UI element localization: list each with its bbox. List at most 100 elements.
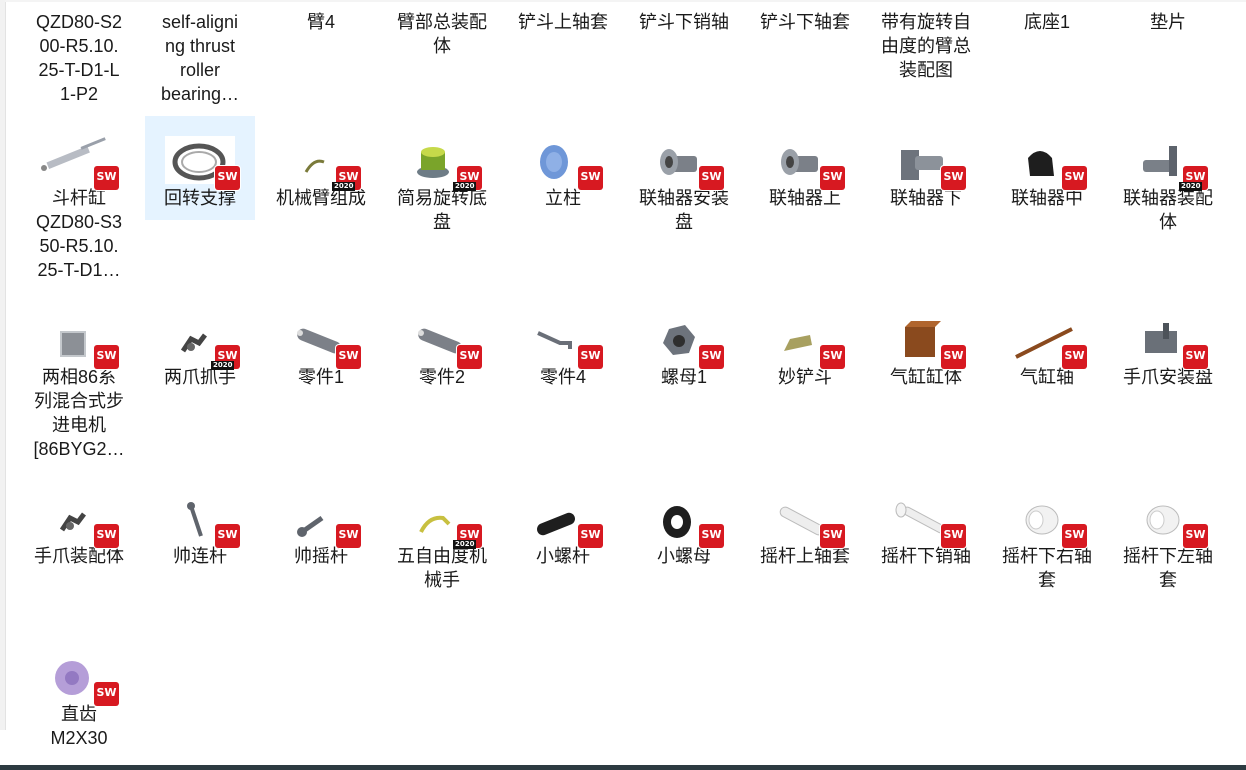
version-badge: 2020 <box>1179 182 1203 191</box>
file-item[interactable]: SW 联轴器下 <box>871 116 981 210</box>
file-name-label: 铲斗下销轴 <box>639 12 729 32</box>
file-thumbnail: SW <box>1113 474 1223 548</box>
file-item[interactable]: SW 联轴器安装盘 <box>629 116 739 234</box>
file-thumbnail: SW <box>24 116 134 190</box>
file-item[interactable]: SW 摇杆下右轴套 <box>992 474 1102 592</box>
file-name-label: 铲斗上轴套 <box>518 12 608 32</box>
solidworks-icon: SW <box>941 166 966 190</box>
file-item[interactable]: SW 回转支撑 <box>145 116 255 220</box>
file-name-label: 两相86系 列混合式步 进电机 [86BYG2… <box>33 367 125 459</box>
file-item[interactable]: SW 螺母1 <box>629 295 739 389</box>
file-thumbnail: SW <box>750 116 860 190</box>
file-name-label: self-aligni ng thrust roller bearing… <box>160 12 240 104</box>
file-item[interactable]: 铲斗上轴套 <box>508 10 618 34</box>
solidworks-icon: SW <box>699 166 724 190</box>
file-item[interactable]: 底座1 <box>992 10 1102 34</box>
solidworks-icon: SW <box>336 345 361 369</box>
solidworks-icon: SW <box>336 524 361 548</box>
window-left-edge <box>0 0 6 730</box>
file-item[interactable]: SW 2020 五自由度机 械手 <box>387 474 497 592</box>
file-item[interactable]: 臂4 <box>266 10 376 34</box>
file-item[interactable]: SW 小螺杆 <box>508 474 618 568</box>
solidworks-icon: SW <box>578 524 603 548</box>
file-item[interactable]: SW 手爪装配体 <box>24 474 134 568</box>
file-item[interactable]: SW 联轴器中 <box>992 116 1102 210</box>
file-item[interactable]: SW 零件2 <box>387 295 497 389</box>
file-item[interactable]: 垫片 <box>1113 10 1223 34</box>
file-item[interactable]: SW 帅连杆 <box>145 474 255 568</box>
solidworks-icon: SW <box>820 166 845 190</box>
solidworks-icon: SW <box>820 524 845 548</box>
file-item[interactable]: 臂部总装配体 <box>387 10 497 58</box>
file-item[interactable]: self-aligni ng thrust roller bearing… <box>145 10 255 106</box>
solidworks-icon: SW <box>457 345 482 369</box>
file-item[interactable]: SW 零件4 <box>508 295 618 389</box>
file-name-label: 臂部总装配体 <box>397 12 487 56</box>
file-thumbnail: SW <box>992 474 1102 548</box>
file-thumbnail: SW <box>24 474 134 548</box>
file-item[interactable]: SW 两相86系 列混合式步 进电机 [86BYG2… <box>24 295 134 461</box>
file-item[interactable]: SW 气缸轴 <box>992 295 1102 389</box>
file-name-label: 底座1 <box>1023 12 1070 32</box>
solidworks-icon: SW <box>699 524 724 548</box>
file-item[interactable]: SW 零件1 <box>266 295 376 389</box>
file-thumbnail: SW <box>145 116 255 190</box>
file-name-label: 臂4 <box>306 12 335 32</box>
file-item[interactable]: SW 手爪安装盘 <box>1113 295 1223 389</box>
file-item[interactable]: SW 摇杆上轴套 <box>750 474 860 568</box>
file-thumbnail: SW <box>871 116 981 190</box>
file-item[interactable]: 带有旋转自 由度的臂总 装配图 <box>871 10 981 82</box>
file-item[interactable]: SW 直齿 M2X30 <box>24 632 134 750</box>
file-thumbnail: SW <box>750 474 860 548</box>
solidworks-icon: SW <box>1062 166 1087 190</box>
file-item[interactable]: SW 2020 简易旋转底盘 <box>387 116 497 234</box>
file-name-label: 直齿 M2X30 <box>50 704 108 748</box>
file-item[interactable]: QZD80-S2 00-R5.10. 25-T-D1-L 1-P2 <box>24 10 134 106</box>
file-thumbnail: SW <box>629 116 739 190</box>
solidworks-icon: SW <box>1062 524 1087 548</box>
solidworks-icon: SW <box>94 682 119 706</box>
file-item[interactable]: SW 妙铲斗 <box>750 295 860 389</box>
file-thumbnail: SW <box>24 632 134 706</box>
file-item[interactable]: SW 气缸缸体 <box>871 295 981 389</box>
solidworks-icon: SW <box>820 345 845 369</box>
solidworks-icon: SW <box>1183 345 1208 369</box>
file-item[interactable]: 铲斗下销轴 <box>629 10 739 34</box>
file-name-label: 摇杆下右轴套 <box>1002 546 1092 590</box>
file-item[interactable]: SW 帅摇杆 <box>266 474 376 568</box>
file-thumbnail: SW <box>266 295 376 369</box>
taskbar-strip <box>0 765 1246 770</box>
file-item[interactable]: 铲斗下轴套 <box>750 10 860 34</box>
file-name-label: 简易旋转底盘 <box>397 188 487 232</box>
file-thumbnail: SW <box>992 116 1102 190</box>
solidworks-icon: SW <box>578 345 603 369</box>
file-item[interactable]: SW 小螺母 <box>629 474 739 568</box>
file-thumbnail: SW 2020 <box>145 295 255 370</box>
file-item[interactable]: SW 立柱 <box>508 116 618 210</box>
file-thumbnail: SW <box>871 474 981 548</box>
file-thumbnail: SW <box>24 295 134 369</box>
file-thumbnail: SW <box>629 474 739 548</box>
solidworks-icon: SW <box>94 524 119 548</box>
file-thumbnail: SW <box>1113 295 1223 369</box>
file-name-label: 联轴器装配体 <box>1123 188 1213 232</box>
solidworks-icon: SW <box>941 345 966 369</box>
window-top-edge <box>5 0 1246 2</box>
solidworks-icon: SW <box>699 345 724 369</box>
file-item[interactable]: SW 斗杆缸 QZD80-S3 50-R5.10. 25-T-D1… <box>24 116 134 282</box>
file-name-label: 带有旋转自 由度的臂总 装配图 <box>881 12 971 80</box>
file-thumbnail: SW <box>629 295 739 369</box>
file-thumbnail: SW 2020 <box>387 474 497 549</box>
file-item[interactable]: SW 摇杆下销轴 <box>871 474 981 568</box>
file-item[interactable]: SW 2020 两爪抓手 <box>145 295 255 389</box>
file-thumbnail: SW 2020 <box>1113 116 1223 191</box>
file-item[interactable]: SW 摇杆下左轴套 <box>1113 474 1223 592</box>
file-item[interactable]: SW 2020 联轴器装配体 <box>1113 116 1223 234</box>
file-name-label: 联轴器安装盘 <box>639 188 729 232</box>
file-thumbnail: SW <box>750 295 860 369</box>
version-badge: 2020 <box>211 361 235 370</box>
file-item[interactable]: SW 2020 机械臂组成 <box>266 116 376 210</box>
file-item[interactable]: SW 联轴器上 <box>750 116 860 210</box>
solidworks-icon: SW <box>215 524 240 548</box>
file-name-label: 垫片 <box>1150 12 1186 32</box>
